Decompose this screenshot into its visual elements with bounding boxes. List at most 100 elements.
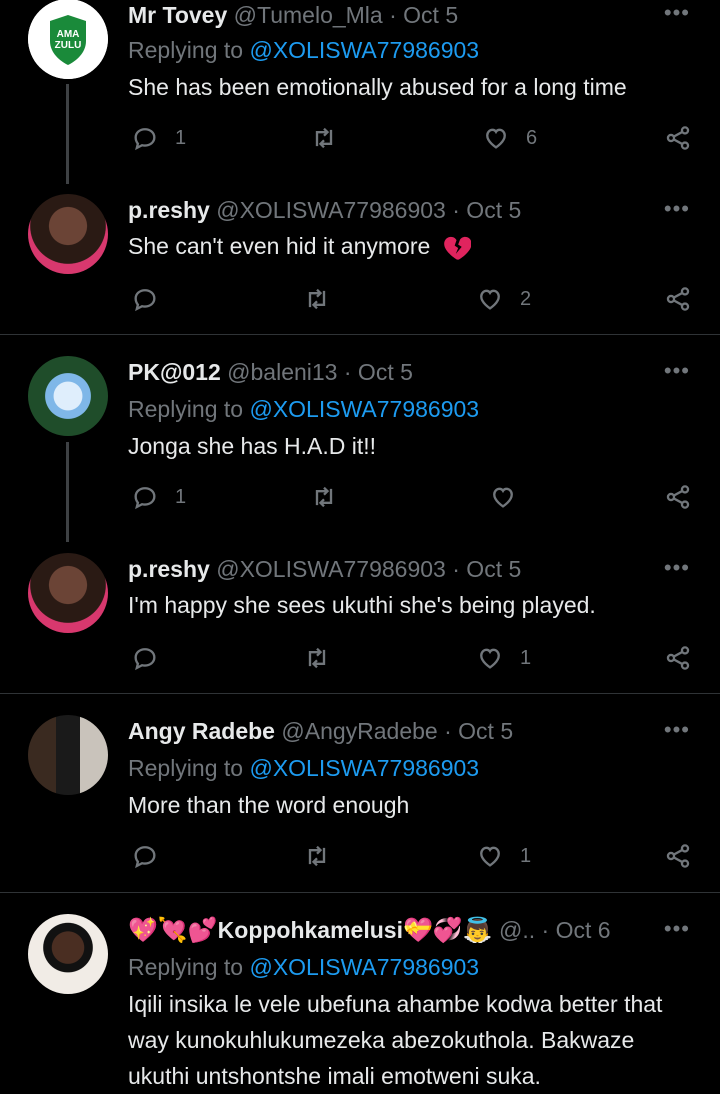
more-icon[interactable]: ••• <box>664 198 690 220</box>
mention-link[interactable]: @XOLISWA77986903 <box>249 396 479 422</box>
avatar[interactable] <box>28 914 108 994</box>
share-icon <box>664 285 692 313</box>
divider <box>0 334 720 335</box>
mention-link[interactable]: @XOLISWA77986903 <box>249 755 479 781</box>
share-button[interactable] <box>664 282 692 316</box>
avatar[interactable] <box>28 553 108 633</box>
timestamp[interactable]: · Oct 5 <box>452 556 521 582</box>
tweet[interactable]: AMA ZULU Mr Tovey @Tumelo_Mla · Oct 5 ••… <box>0 0 720 184</box>
handle[interactable]: @XOLISWA77986903 <box>216 556 446 582</box>
more-icon[interactable]: ••• <box>664 719 690 741</box>
retweet-button[interactable] <box>310 121 338 155</box>
tweet[interactable]: p.reshy @XOLISWA77986903 · Oct 5 ••• She… <box>0 194 720 334</box>
timestamp[interactable]: · Oct 5 <box>444 718 513 744</box>
tweet[interactable]: p.reshy @XOLISWA77986903 · Oct 5 ••• I'm… <box>0 553 720 693</box>
more-icon[interactable]: ••• <box>664 360 690 382</box>
share-button[interactable] <box>664 839 692 873</box>
reply-button[interactable] <box>131 641 159 675</box>
like-button[interactable] <box>489 480 517 514</box>
reply-count: 1 <box>175 126 187 149</box>
mention-link[interactable]: @XOLISWA77986903 <box>249 954 479 980</box>
action-bar: 1 <box>128 641 693 675</box>
display-name[interactable]: Koppohkamelusi <box>218 917 403 943</box>
retweet-icon <box>303 644 331 672</box>
more-icon[interactable]: ••• <box>664 918 690 940</box>
display-name[interactable]: p.reshy <box>128 197 210 223</box>
tweet-text: She can't even hid it anymore <box>128 228 698 264</box>
display-name[interactable]: PK@012 <box>128 359 221 385</box>
tweet[interactable]: 💖💘💕Koppohkamelusi💝💞👼 @.. · Oct 6 ••• Rep… <box>0 914 720 1089</box>
more-icon[interactable]: ••• <box>664 2 690 24</box>
avatar[interactable]: AMA ZULU <box>28 0 108 79</box>
retweet-button[interactable] <box>310 480 338 514</box>
thread-line <box>66 442 69 542</box>
tweet-header: Angy Radebe @AngyRadebe · Oct 5 <box>128 716 513 746</box>
display-name[interactable]: Mr Tovey <box>128 2 227 28</box>
handle[interactable]: @XOLISWA77986903 <box>216 197 446 223</box>
reply-icon <box>131 124 159 152</box>
avatar[interactable] <box>28 715 108 795</box>
tweet[interactable]: Angy Radebe @AngyRadebe · Oct 5 ••• Repl… <box>0 715 720 895</box>
handle[interactable]: @AngyRadebe <box>281 718 437 744</box>
retweet-button[interactable] <box>303 839 331 873</box>
like-count: 1 <box>520 844 532 867</box>
handle[interactable]: @baleni13 <box>227 359 337 385</box>
reply-count: 1 <box>175 485 187 508</box>
avatar[interactable] <box>28 356 108 436</box>
mention-link[interactable]: @XOLISWA77986903 <box>249 37 479 63</box>
reply-icon <box>131 842 159 870</box>
like-count: 2 <box>520 287 532 310</box>
divider <box>0 892 720 893</box>
display-name[interactable]: Angy Radebe <box>128 718 275 744</box>
like-button[interactable]: 2 <box>476 282 531 316</box>
like-icon <box>476 842 504 870</box>
more-icon[interactable]: ••• <box>664 557 690 579</box>
like-button[interactable]: 6 <box>482 121 537 155</box>
like-count: 6 <box>526 126 538 149</box>
like-button[interactable]: 1 <box>476 839 531 873</box>
reply-icon <box>131 285 159 313</box>
retweet-icon <box>310 483 338 511</box>
tweet-text: I'm happy she sees ukuthi she's being pl… <box>128 592 596 618</box>
reply-button[interactable] <box>131 839 159 873</box>
reply-button[interactable]: 1 <box>131 480 186 514</box>
like-button[interactable]: 1 <box>476 641 531 675</box>
like-icon <box>489 483 517 511</box>
tweet-header: Mr Tovey @Tumelo_Mla · Oct 5 <box>128 0 458 30</box>
timestamp[interactable]: · Oct 5 <box>344 359 413 385</box>
action-bar: 1 6 <box>128 121 693 155</box>
replying-to: Replying to @XOLISWA77986903 <box>128 755 480 781</box>
share-button[interactable] <box>664 121 692 155</box>
handle[interactable]: @.. <box>499 917 535 943</box>
replying-to: Replying to @XOLISWA77986903 <box>128 396 480 422</box>
tweet-header: PK@012 @baleni13 · Oct 5 <box>128 357 413 387</box>
thread-line <box>66 84 69 184</box>
tweet-header: p.reshy @XOLISWA77986903 · Oct 5 <box>128 554 521 584</box>
display-name[interactable]: p.reshy <box>128 556 210 582</box>
reply-icon <box>131 483 159 511</box>
like-count: 1 <box>520 646 532 669</box>
share-button[interactable] <box>664 641 692 675</box>
replying-to: Replying to @XOLISWA77986903 <box>128 954 480 980</box>
timestamp[interactable]: · Oct 5 <box>452 197 521 223</box>
tweet-header: p.reshy @XOLISWA77986903 · Oct 5 <box>128 195 521 225</box>
share-icon <box>664 842 692 870</box>
amazulu-logo-icon: AMA ZULU <box>28 0 108 79</box>
reply-button[interactable]: 1 <box>131 121 186 155</box>
reply-button[interactable] <box>131 282 159 316</box>
retweet-button[interactable] <box>303 641 331 675</box>
retweet-button[interactable] <box>303 282 331 316</box>
share-button[interactable] <box>664 480 692 514</box>
retweet-icon <box>310 124 338 152</box>
avatar[interactable] <box>28 194 108 274</box>
timestamp[interactable]: · Oct 5 <box>389 2 458 28</box>
share-icon <box>664 644 692 672</box>
svg-text:AMA: AMA <box>57 29 80 40</box>
handle[interactable]: @Tumelo_Mla <box>234 2 383 28</box>
like-icon <box>476 644 504 672</box>
like-icon <box>476 285 504 313</box>
replying-to: Replying to @XOLISWA77986903 <box>128 37 480 63</box>
timestamp[interactable]: · Oct 6 <box>542 917 611 943</box>
tweet-text: Iqili insika le vele ubefuna ahambe kodw… <box>128 991 663 1089</box>
tweet[interactable]: PK@012 @baleni13 · Oct 5 ••• Replying to… <box>0 356 720 542</box>
